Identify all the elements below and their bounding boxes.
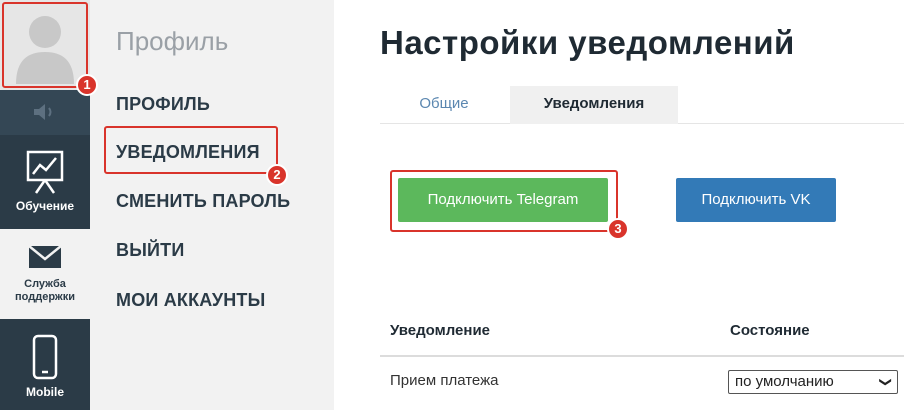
state-select-value: по умолчанию: [735, 373, 834, 390]
state-select[interactable]: по умолчанию ❯: [728, 370, 898, 394]
menu-item-profile[interactable]: ПРОФИЛЬ: [116, 94, 210, 115]
menu-item-my-accounts[interactable]: МОИ АККАУНТЫ: [116, 290, 265, 311]
sidebar-item-mobile[interactable]: Mobile: [0, 319, 90, 410]
highlight-avatar: [2, 2, 88, 88]
panel-title: Профиль: [116, 26, 229, 56]
sidebar-item-support[interactable]: Служба поддержки: [0, 229, 90, 319]
tab-bar: Общие Уведомления: [380, 86, 904, 124]
highlight-notifications: [104, 126, 278, 174]
step-badge: 1: [76, 74, 98, 96]
table-header-state: Состояние: [730, 322, 810, 339]
smartphone-icon: [32, 334, 58, 380]
table-row-name: Прием платежа: [390, 372, 499, 389]
step-badge: 2: [266, 164, 288, 186]
tab-general[interactable]: Общие: [380, 86, 508, 124]
sidebar-item-label: Mobile: [26, 385, 64, 399]
sound-toggle[interactable]: [0, 90, 90, 135]
connect-vk-button[interactable]: Подключить VK: [676, 178, 836, 222]
envelope-icon: [28, 245, 62, 268]
chevron-down-icon: ❯: [878, 376, 893, 388]
table-header-notification: Уведомление: [390, 322, 491, 339]
tab-notifications[interactable]: Уведомления: [510, 86, 678, 124]
step-badge: 3: [607, 218, 629, 240]
table-divider: [380, 355, 904, 357]
menu-item-change-password[interactable]: СМЕНИТЬ ПАРОЛЬ: [116, 191, 290, 212]
sidebar-item-learning[interactable]: Обучение: [0, 135, 90, 229]
presentation-chart-icon: [26, 150, 64, 194]
highlight-telegram: [390, 170, 618, 232]
profile-menu-panel: Профиль ПРОФИЛЬ УВЕДОМЛЕНИЯ СМЕНИТЬ ПАРО…: [90, 0, 334, 410]
speaker-icon: [34, 104, 52, 120]
menu-item-logout[interactable]: ВЫЙТИ: [116, 240, 185, 261]
sidebar-item-label: Служба поддержки: [15, 278, 75, 303]
page-title: Настройки уведомлений: [380, 24, 795, 61]
sidebar-item-label: Обучение: [15, 199, 75, 213]
